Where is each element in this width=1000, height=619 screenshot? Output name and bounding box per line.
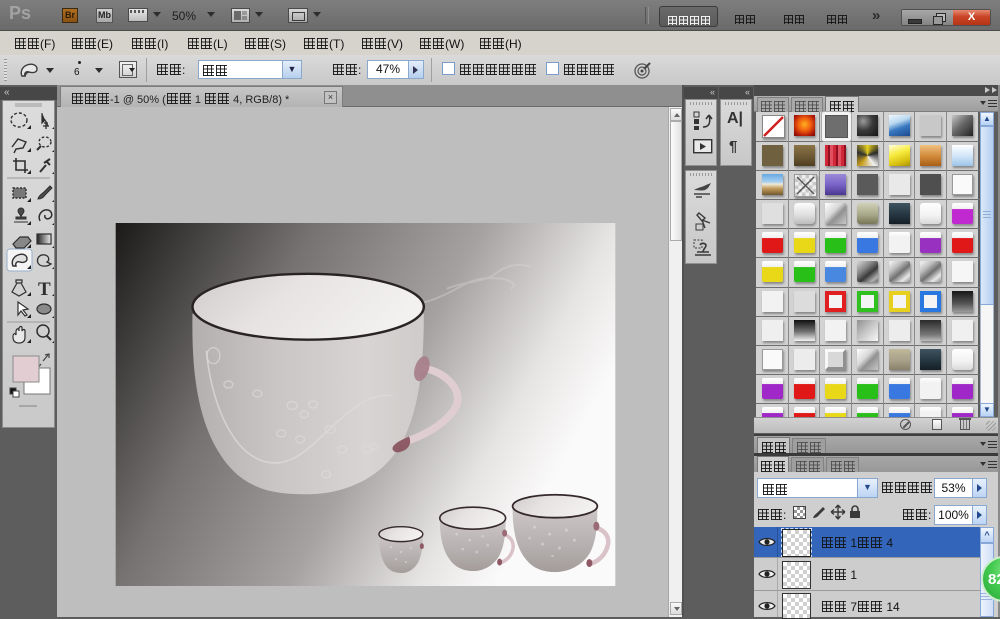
svg-text:T: T bbox=[38, 279, 51, 300]
